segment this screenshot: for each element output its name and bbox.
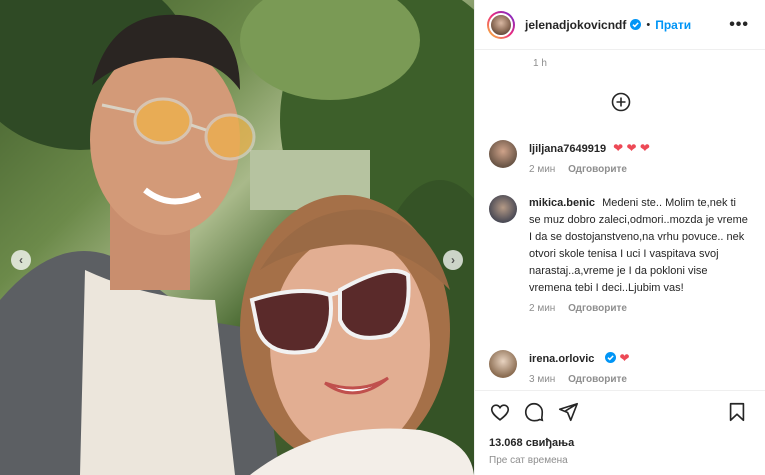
comments-list[interactable]: 1 h ljiljana7649919 ❤ ❤ ❤ 2 мин Одговори… <box>475 50 765 390</box>
caption-time: 1 h <box>533 58 547 69</box>
verified-badge-icon <box>630 19 642 30</box>
reply-button[interactable]: Одговорите <box>568 303 627 314</box>
bookmark-icon[interactable] <box>726 401 748 423</box>
comment-avatar[interactable] <box>489 350 517 378</box>
action-bar <box>489 401 752 423</box>
post-time: Пре сат времена <box>489 455 568 466</box>
plus-circle-icon[interactable] <box>611 92 631 112</box>
separator-dot: • <box>646 18 651 31</box>
verified-badge-icon <box>605 352 617 363</box>
heart-emoji: ❤ <box>619 351 630 365</box>
comment-item: ljiljana7649919 ❤ ❤ ❤ 2 мин Одговорите <box>489 140 759 175</box>
comment-username[interactable]: ljiljana7649919 <box>529 143 606 155</box>
comment-avatar[interactable] <box>489 195 517 223</box>
comment-time: 2 мин <box>529 303 556 314</box>
comment-avatar[interactable] <box>489 140 517 168</box>
comment-username[interactable]: irena.orlovic <box>529 353 594 365</box>
comment-username[interactable]: mikica.benic <box>529 197 595 209</box>
comment-time: 3 мин <box>529 374 556 385</box>
next-photo-button[interactable]: › <box>443 250 463 270</box>
comment-item: mikica.benic Medeni ste.. Molim te,nek t… <box>489 195 759 314</box>
author-username[interactable]: jelenadjokovicndf <box>525 18 626 32</box>
chevron-left-icon: ‹ <box>19 253 23 267</box>
post-actions: 13.068 свиђања Пре сат времена <box>475 390 765 466</box>
more-options-icon[interactable]: ••• <box>729 16 749 34</box>
share-icon[interactable] <box>557 401 579 423</box>
post-photo[interactable]: ‹ › <box>0 0 474 475</box>
comment-icon[interactable] <box>523 401 545 423</box>
follow-button[interactable]: Прати <box>655 18 691 32</box>
selfie-image <box>0 0 474 475</box>
comment-item: irena.orlovic ❤ 3 мин Одговорите <box>489 350 759 385</box>
comment-time: 2 мин <box>529 164 556 175</box>
likes-count[interactable]: 13.068 свиђања <box>489 437 752 449</box>
chevron-right-icon: › <box>451 253 455 267</box>
reply-button[interactable]: Одговорите <box>568 374 627 385</box>
heart-icon[interactable] <box>489 401 511 423</box>
heart-emoji: ❤ ❤ ❤ <box>613 141 650 155</box>
post-header: jelenadjokovicndf • Прати ••• <box>475 0 765 50</box>
post-side-panel: jelenadjokovicndf • Прати ••• 1 h ljilja… <box>474 0 765 475</box>
comment-text: Medeni ste.. Molim te,nek ti se muz dobr… <box>529 197 748 294</box>
reply-button[interactable]: Одговорите <box>568 164 627 175</box>
author-avatar[interactable] <box>487 10 515 39</box>
previous-photo-button[interactable]: ‹ <box>11 250 31 270</box>
